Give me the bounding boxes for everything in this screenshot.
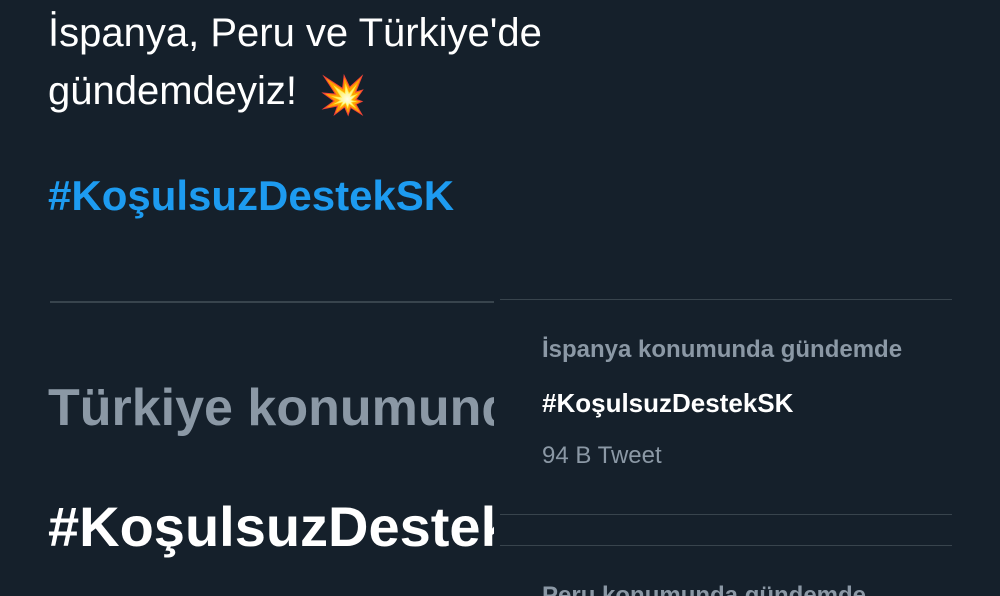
tweet-line-2-text: gündemdeyiz!	[48, 69, 298, 113]
divider	[500, 299, 952, 300]
trend-location-label: Peru konumunda gündemde	[542, 582, 867, 596]
divider	[500, 514, 952, 515]
trend-location-label: Türkiye konumunda gündemde	[48, 379, 494, 437]
trend-location-label: İspanya konumunda gündemde	[542, 336, 903, 363]
trends-panel: İspanya konumunda gündemde #KoşulsuzDest…	[500, 296, 952, 596]
collision-emoji-icon: 💥	[319, 75, 367, 117]
tweet-line-1: İspanya, Peru ve Türkiye'de	[48, 11, 542, 55]
tweet-text: İspanya, Peru ve Türkiye'de gündemdeyiz!…	[48, 4, 748, 125]
trend-screenshot: İspanya, Peru ve Türkiye'de gündemdeyiz!…	[0, 0, 1000, 596]
tweet-line-2: gündemdeyiz! 💥	[48, 62, 748, 125]
divider	[50, 301, 494, 303]
tweet-hashtag-link[interactable]: #KoşulsuzDestekSK	[48, 172, 454, 220]
divider	[500, 545, 952, 546]
trend-hashtag-link[interactable]: #KoşulsuzDestekSK	[48, 492, 494, 562]
tweet-count: 94 B Tweet	[542, 442, 662, 469]
trend-hashtag: #KoşulsuzDestekSK	[542, 388, 794, 418]
